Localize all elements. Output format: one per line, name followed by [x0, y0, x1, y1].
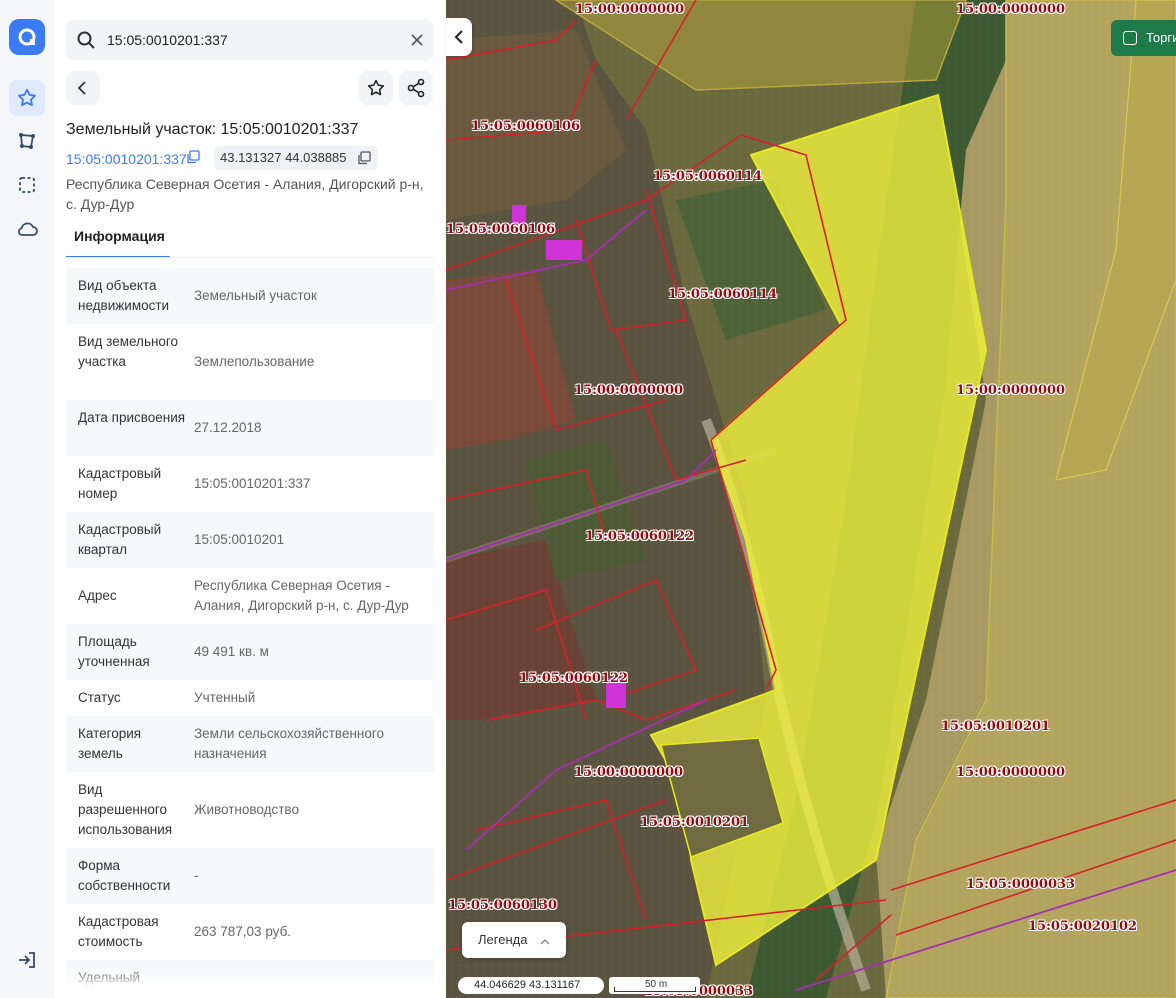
coordinates-chip[interactable]: 43.131327 44.038885 — [214, 146, 378, 170]
property-key: Статус — [78, 690, 121, 705]
search-bar[interactable]: 15:05:0010201:337 — [66, 20, 434, 60]
tab-label: Информация — [74, 228, 165, 244]
collapse-panel-button[interactable] — [446, 18, 472, 56]
tab-information[interactable]: Информация — [66, 224, 170, 258]
cadastral-label: 15:05:0000033 — [966, 877, 1076, 892]
property-value: 263 787,03 руб. — [194, 924, 292, 939]
cloud-icon[interactable] — [9, 211, 45, 247]
torgi-label: Торги — [1146, 30, 1176, 45]
cadastral-label: 15:05:0020102 — [1028, 919, 1138, 934]
property-key: Форма собственности — [78, 858, 171, 893]
page-title: Земельный участок: 15:05:0010201:337 — [66, 121, 359, 138]
cadastral-label: 15:05:0060106 — [446, 222, 556, 237]
clear-search-icon[interactable] — [408, 31, 426, 54]
cadastral-label: 15:05:0060114 — [668, 287, 778, 302]
polygon-tool-icon[interactable] — [9, 123, 45, 159]
selection-area-icon[interactable] — [9, 167, 45, 203]
cadastral-label: 15:05:0060130 — [448, 898, 558, 913]
map-canvas[interactable] — [446, 0, 1176, 998]
scroll-fade — [54, 965, 446, 998]
search-icon — [76, 30, 96, 55]
property-value: Республика Северная Осетия - Алания, Диг… — [194, 578, 409, 613]
property-key: Вид объекта недвижимости — [78, 278, 170, 313]
property-row: Адрес Республика Северная Осетия - Алани… — [66, 568, 434, 624]
property-key: Вид разрешенного использования — [78, 782, 173, 837]
cadastral-number-link[interactable]: 15:05:0010201:337 — [66, 151, 187, 167]
cursor-coordinates-text: 44.046629 43.131167 — [474, 979, 581, 991]
tab-divider — [66, 257, 434, 258]
star-icon — [367, 79, 385, 96]
property-row: Кадастровый квартал 15:05:0010201 — [66, 512, 434, 568]
checkbox-icon[interactable] — [1123, 31, 1137, 45]
torgi-toggle[interactable]: Торги — [1111, 20, 1176, 56]
building-marker — [512, 205, 526, 223]
legend-button[interactable]: Легенда — [462, 922, 566, 958]
share-icon — [407, 78, 425, 98]
property-key: Кадастровая стоимость — [78, 914, 159, 949]
property-row: Статус Учтенный — [66, 680, 434, 716]
copy-icon[interactable] — [357, 151, 371, 170]
cadastral-label: 15:00:0000000 — [574, 765, 684, 780]
property-key: Кадастровый номер — [78, 466, 162, 501]
property-value: Животноводство — [194, 802, 299, 817]
property-row: Вид объекта недвижимости Земельный участ… — [66, 268, 434, 324]
property-value: Земельный участок — [194, 288, 317, 303]
building-marker — [546, 240, 582, 260]
cadastral-label: 15:00:0000000 — [574, 383, 684, 398]
property-row: Площадь уточненная 49 491 кв. м — [66, 624, 434, 680]
property-value: Земли сельскохозяйственного назначения — [194, 726, 385, 761]
cadastral-label: 15:05:0060122 — [585, 529, 695, 544]
property-value: Учтенный — [194, 690, 256, 705]
legend-label: Легенда — [478, 932, 528, 947]
cadastral-label: 15:00:0000000 — [956, 2, 1066, 17]
chevron-up-icon — [540, 934, 550, 952]
cadastral-label: 15:05:0060114 — [653, 169, 763, 184]
property-row: Вид разрешенного использования Животново… — [66, 772, 434, 848]
cursor-coordinates: 44.046629 43.131167 — [458, 977, 604, 994]
logout-icon[interactable] — [9, 942, 45, 978]
chevron-left-icon — [454, 30, 463, 44]
property-value: Землепользование — [194, 354, 315, 369]
property-key: Площадь уточненная — [78, 634, 150, 669]
coordinates-text: 43.131327 44.038885 — [220, 150, 347, 165]
property-row: Форма собственности - — [66, 848, 434, 904]
favorite-button[interactable] — [359, 71, 393, 105]
property-row: Кадастровая стоимость 263 787,03 руб. — [66, 904, 434, 960]
scale-label: 50 m — [645, 979, 668, 990]
cadastral-label: 15:05:0010201 — [640, 815, 750, 830]
info-panel: 15:05:0010201:337 Земельный участок: 15:… — [54, 0, 446, 998]
scale-bar: 50 m — [609, 977, 700, 994]
cadastral-label: 15:05:0060106 — [471, 119, 581, 134]
address-text: Республика Северная Осетия - Алания, Диг… — [66, 176, 424, 212]
cadastral-label: 15:00:0000000 — [575, 2, 685, 17]
favorites-icon[interactable] — [9, 80, 45, 116]
property-value: 27.12.2018 — [194, 420, 262, 435]
property-key: Кадастровый квартал — [78, 522, 162, 557]
property-row: Категория земель Земли сельскохозяйствен… — [66, 716, 434, 772]
chevron-left-icon — [77, 81, 86, 95]
cadastral-label: 15:05:0060122 — [519, 671, 629, 686]
property-key: Категория земель — [78, 726, 142, 761]
search-input[interactable]: 15:05:0010201:337 — [107, 32, 228, 48]
share-button[interactable] — [399, 71, 433, 105]
property-key: Адрес — [78, 588, 117, 603]
property-row: Дата присвоения 27.12.2018 — [66, 400, 434, 456]
property-key: Вид земельного участка — [78, 334, 179, 369]
property-value: 49 491 кв. м — [194, 644, 269, 659]
map-view[interactable]: 15:00:0000000 15:00:0000000 15:05:006010… — [446, 0, 1176, 998]
property-value: 15:05:0010201 — [194, 532, 285, 547]
back-button[interactable] — [66, 71, 100, 105]
property-key: Дата присвоения — [78, 410, 186, 425]
property-row: Вид земельного участка Землепользование — [66, 324, 434, 400]
cadastral-label: 15:00:0000000 — [956, 765, 1066, 780]
nav-rail — [0, 0, 55, 998]
cadastral-label: 15:00:0000000 — [956, 383, 1066, 398]
property-row: Кадастровый номер 15:05:0010201:337 — [66, 456, 434, 512]
cadastral-label: 15:05:0010201 — [941, 719, 1051, 734]
property-value: 15:05:0010201:337 — [194, 476, 311, 491]
copy-icon[interactable] — [186, 150, 200, 169]
property-value: - — [194, 868, 199, 883]
app-logo-icon[interactable] — [9, 19, 45, 55]
